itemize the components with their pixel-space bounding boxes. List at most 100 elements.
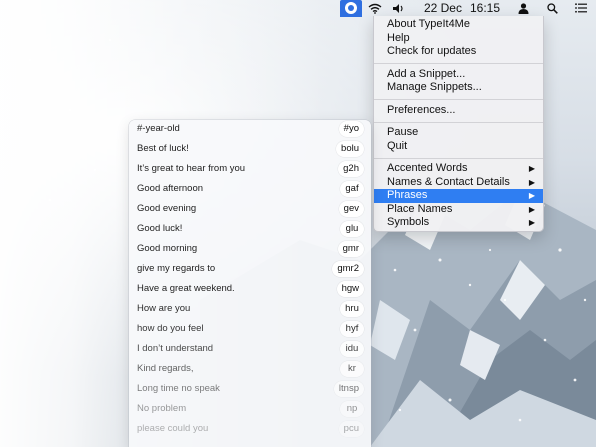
menu-item-label: Add a Snippet...	[387, 67, 466, 80]
clock-time: 16:15	[469, 1, 500, 15]
typeit4me-icon	[344, 2, 357, 14]
typeit4me-menu: About TypeIt4Me Help Check for updates A…	[373, 16, 544, 232]
menu-bar-clock[interactable]: 22 Dec 16:15	[410, 0, 508, 16]
menu-item-help[interactable]: Help	[374, 32, 543, 46]
volume-icon	[393, 3, 403, 13]
snippet-row[interactable]: Best of luck! bolu	[129, 140, 371, 160]
snippet-label: Good evening	[137, 203, 197, 214]
menu-item-manage-snippets[interactable]: Manage Snippets...	[374, 81, 543, 95]
menu-item-names-contact[interactable]: Names & Contact Details ▶	[374, 176, 543, 190]
menu-item-label: Check for updates	[387, 45, 477, 57]
snippet-label: It’s great to hear from you	[137, 163, 246, 174]
list-icon	[575, 3, 587, 13]
snippet-row[interactable]: No problem np	[129, 400, 371, 420]
menu-separator	[374, 99, 543, 100]
menu-separator	[374, 121, 543, 123]
snippet-row[interactable]: Have a great weekend. hgw	[129, 280, 371, 300]
submenu-arrow-icon: ▶	[528, 204, 535, 214]
menu-separator	[374, 63, 543, 64]
snippet-label: #-year-old	[137, 123, 180, 134]
wifi-icon	[368, 3, 382, 14]
user-switch-button[interactable]	[508, 0, 538, 16]
snippet-abbreviation: ltnsp	[333, 381, 364, 397]
menu-item-label: Accented Words	[387, 162, 468, 174]
menu-item-add-snippet[interactable]: Add a Snippet...	[374, 68, 543, 82]
menu-item-pause[interactable]: Pause	[374, 126, 543, 140]
notification-center-button[interactable]	[566, 0, 596, 16]
menu-item-label: About TypeIt4Me	[387, 18, 470, 30]
menu-bar-extras: 22 Dec 16:15	[339, 0, 596, 17]
snippet-label: Good luck!	[137, 223, 183, 234]
snippet-row[interactable]: Long time no speak ltnsp	[129, 380, 371, 400]
snippet-row[interactable]: How are you hru	[129, 300, 371, 320]
snippet-abbreviation: hru	[340, 301, 364, 317]
menu-item-label: Manage Snippets...	[387, 81, 482, 93]
menu-item-about[interactable]: About TypeIt4Me	[374, 18, 543, 32]
snippet-label: Good afternoon	[137, 183, 204, 194]
menu-item-preferences[interactable]: Preferences...	[374, 104, 543, 118]
snippet-label: Best of luck!	[137, 143, 189, 154]
menu-item-label: Help	[387, 31, 410, 44]
menu-item-check-updates[interactable]: Check for updates	[374, 45, 543, 59]
volume-button[interactable]	[388, 0, 410, 16]
snippet-abbreviation: gmr2	[332, 261, 364, 277]
snippet-abbreviation: gev	[338, 201, 364, 217]
submenu-arrow-icon: ▶	[528, 218, 535, 227]
submenu-arrow-icon: ▶	[528, 191, 535, 200]
menu-item-label: Quit	[387, 139, 408, 152]
snippet-row[interactable]: Good luck! glu	[129, 220, 371, 240]
menu-item-label: Names & Contact Details	[387, 175, 510, 188]
snippet-row[interactable]: give my regards to gmr2	[129, 260, 371, 280]
menu-item-label: Place Names	[387, 202, 453, 215]
menu-separator	[374, 157, 543, 159]
snippet-label: Have a great weekend.	[137, 283, 235, 294]
snippet-row[interactable]: how do you feel hyf	[129, 320, 371, 340]
phrases-snippet-list: #-year-old #yo Best of luck! bolu It’s g…	[129, 120, 371, 447]
snippet-abbreviation: pcu	[338, 421, 364, 437]
menu-item-symbols[interactable]: Symbols ▶	[374, 216, 543, 230]
snippet-abbreviation: gaf	[340, 181, 364, 197]
snippet-row[interactable]: please could you pcu	[129, 420, 371, 440]
snippet-label: Kind regards,	[137, 363, 194, 374]
user-icon	[518, 2, 528, 14]
snippet-abbreviation: bolu	[336, 141, 364, 157]
snippet-label: I don’t understand	[137, 343, 214, 354]
wifi-status-button[interactable]	[362, 0, 388, 16]
menu-item-place-names[interactable]: Place Names ▶	[374, 203, 543, 217]
menu-item-phrases[interactable]: Phrases ▶	[374, 189, 543, 203]
menu-item-label: Pause	[387, 126, 419, 138]
snippet-label: How are you	[137, 303, 191, 314]
snippet-label: Long time no speak	[137, 383, 220, 394]
snippet-row[interactable]: Good morning gmr	[129, 240, 371, 260]
snippet-abbreviation: gmr	[337, 241, 364, 257]
snippet-row[interactable]: It’s great to hear from you g2h	[129, 160, 371, 180]
menu-item-quit[interactable]: Quit	[374, 140, 543, 154]
snippet-label: give my regards to	[137, 263, 216, 274]
snippet-row[interactable]: Good afternoon gaf	[129, 180, 371, 200]
menu-item-accented-words[interactable]: Accented Words ▶	[374, 162, 543, 176]
submenu-arrow-icon: ▶	[528, 177, 535, 187]
menu-item-label: Phrases	[387, 189, 428, 201]
snippet-abbreviation: hgw	[336, 281, 364, 297]
snippet-row[interactable]: Good evening gev	[129, 200, 371, 220]
snippet-abbreviation: np	[340, 401, 364, 417]
spotlight-button[interactable]	[538, 0, 566, 16]
snippet-row[interactable]: #-year-old #yo	[129, 120, 371, 140]
snippet-abbreviation: #yo	[338, 121, 364, 137]
search-icon	[546, 2, 558, 14]
snippet-abbreviation: hyf	[340, 321, 364, 337]
snippet-row[interactable]: Kind regards, kr	[129, 360, 371, 380]
snippet-row[interactable]: I don’t understand idu	[129, 340, 371, 360]
snippet-label: how do you feel	[137, 323, 204, 334]
snippet-label: Good morning	[137, 243, 198, 254]
snippet-abbreviation: kr	[340, 361, 364, 377]
menu-bar: 22 Dec 16:15	[0, 0, 596, 17]
snippet-label: please could you	[137, 423, 209, 434]
snippet-abbreviation: g2h	[338, 161, 364, 177]
snippet-abbreviation: glu	[340, 221, 364, 237]
menu-item-label: Symbols	[387, 216, 430, 228]
typeit4me-menu-button[interactable]	[339, 0, 362, 17]
clock-date: 22 Dec	[423, 1, 462, 15]
snippet-abbreviation: idu	[340, 341, 364, 357]
menu-item-label: Preferences...	[387, 103, 456, 116]
